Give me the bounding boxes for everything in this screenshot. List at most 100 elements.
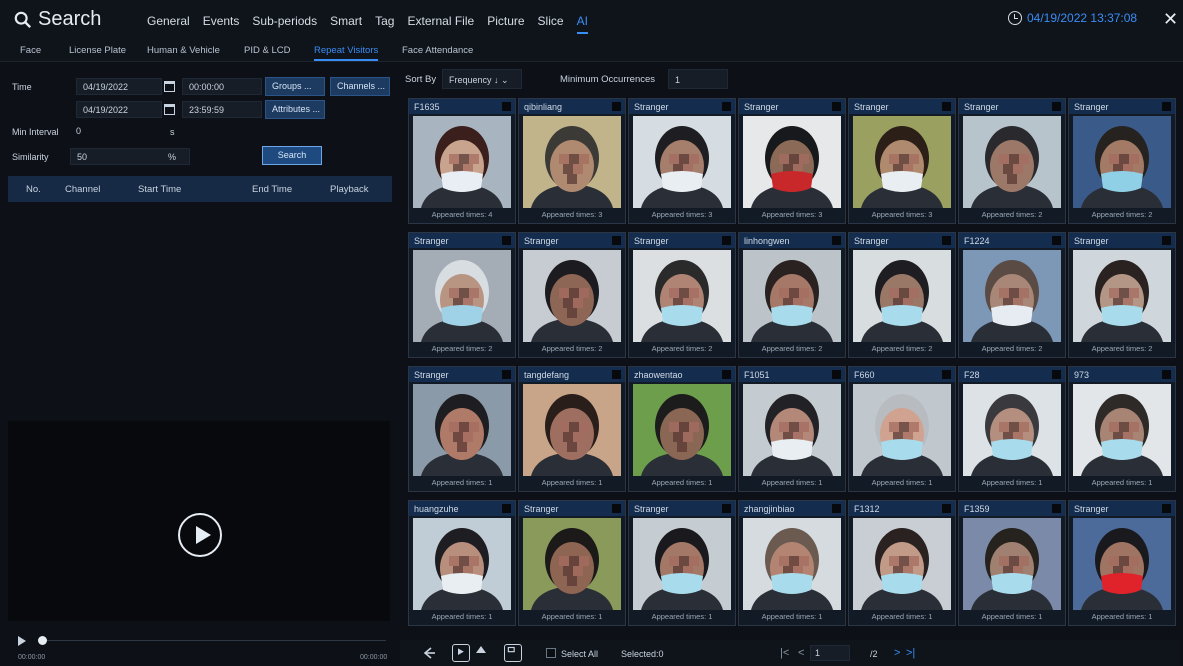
face-card[interactable]: zhaowentao Appeared times: 1 — [628, 366, 736, 492]
face-card-checkbox[interactable] — [1162, 236, 1171, 245]
save-icon[interactable] — [504, 644, 522, 662]
face-card[interactable]: huangzuhe Appeared times: 1 — [408, 500, 516, 626]
face-card-checkbox[interactable] — [722, 102, 731, 111]
face-card-checkbox[interactable] — [1052, 236, 1061, 245]
face-card-checkbox[interactable] — [832, 504, 841, 513]
subtab-face-attendance[interactable]: Face Attendance — [402, 45, 473, 56]
close-icon[interactable]: ✕ — [1163, 9, 1178, 30]
face-card[interactable]: Stranger Appeared times: 2 — [518, 232, 626, 358]
face-card-checkbox[interactable] — [612, 102, 621, 111]
face-card-checkbox[interactable] — [832, 370, 841, 379]
face-card[interactable]: Stranger Appeared times: 2 — [1068, 232, 1176, 358]
face-card-checkbox[interactable] — [502, 102, 511, 111]
face-card[interactable]: 973 Appeared times: 1 — [1068, 366, 1176, 492]
back-icon[interactable] — [420, 644, 438, 662]
tab-sub-periods[interactable]: Sub-periods — [252, 14, 317, 34]
tab-ai[interactable]: AI — [576, 14, 588, 34]
face-card-checkbox[interactable] — [1162, 504, 1171, 513]
face-card[interactable]: F1635 Appeared times: 4 — [408, 98, 516, 224]
playback-icon[interactable] — [452, 644, 470, 662]
channels-button[interactable]: Channels ... — [330, 77, 390, 96]
tab-events[interactable]: Events — [203, 14, 240, 34]
face-card-checkbox[interactable] — [1162, 102, 1171, 111]
groups-button[interactable]: Groups ... — [265, 77, 325, 96]
first-page-button[interactable]: |< — [780, 647, 789, 659]
face-card-checkbox[interactable] — [502, 504, 511, 513]
prev-page-button[interactable]: < — [798, 647, 804, 659]
subtab-repeat-visitors[interactable]: Repeat Visitors — [314, 45, 379, 61]
page-input[interactable]: 1 — [810, 645, 850, 661]
face-card-checkbox[interactable] — [942, 504, 951, 513]
face-card[interactable]: Stranger Appeared times: 2 — [848, 232, 956, 358]
face-card[interactable]: Stranger Appeared times: 2 — [408, 232, 516, 358]
play-small-icon[interactable] — [18, 636, 26, 646]
face-card-checkbox[interactable] — [722, 504, 731, 513]
seek-track[interactable] — [42, 640, 386, 641]
face-card[interactable]: zhangjinbiao Appeared times: 1 — [738, 500, 846, 626]
next-page-button[interactable]: > — [894, 647, 900, 659]
face-card[interactable]: qibinliang Appeared times: 3 — [518, 98, 626, 224]
tab-slice[interactable]: Slice — [538, 14, 564, 34]
tab-tag[interactable]: Tag — [375, 14, 394, 34]
face-card[interactable]: F1359 Appeared times: 1 — [958, 500, 1066, 626]
face-card[interactable]: F1224 Appeared times: 2 — [958, 232, 1066, 358]
face-card-checkbox[interactable] — [1052, 504, 1061, 513]
arrow-up-icon[interactable] — [476, 646, 486, 653]
face-card[interactable]: Stranger Appeared times: 1 — [408, 366, 516, 492]
face-card[interactable]: Stranger Appeared times: 2 — [1068, 98, 1176, 224]
calendar-icon[interactable] — [164, 104, 175, 115]
play-icon[interactable] — [178, 513, 222, 557]
start-time-field[interactable]: 00:00:00 — [182, 78, 262, 95]
face-card[interactable]: Stranger Appeared times: 3 — [848, 98, 956, 224]
tab-external-file[interactable]: External File — [407, 14, 474, 34]
face-card[interactable]: Stranger Appeared times: 3 — [738, 98, 846, 224]
seek-bar[interactable]: 00:00:00 00:00:00 — [8, 632, 390, 666]
face-card-checkbox[interactable] — [1052, 102, 1061, 111]
end-time-field[interactable]: 23:59:59 — [182, 101, 262, 118]
face-card-checkbox[interactable] — [722, 236, 731, 245]
sort-select[interactable]: Frequency ↓ ⌄ — [442, 69, 522, 89]
tab-picture[interactable]: Picture — [487, 14, 524, 34]
face-card-checkbox[interactable] — [502, 370, 511, 379]
calendar-icon[interactable] — [164, 81, 175, 92]
face-card[interactable]: F1312 Appeared times: 1 — [848, 500, 956, 626]
face-card-checkbox[interactable] — [502, 236, 511, 245]
face-card[interactable]: linhongwen Appeared times: 2 — [738, 232, 846, 358]
appeared-times-label: Appeared times: 1 — [871, 612, 933, 621]
attributes-button[interactable]: Attributes ... — [265, 100, 325, 119]
face-card[interactable]: Stranger Appeared times: 1 — [1068, 500, 1176, 626]
end-date-field[interactable]: 04/19/2022 — [76, 101, 162, 118]
select-all-checkbox[interactable] — [546, 648, 556, 658]
face-card-checkbox[interactable] — [942, 102, 951, 111]
face-card[interactable]: F1051 Appeared times: 1 — [738, 366, 846, 492]
face-card[interactable]: Stranger Appeared times: 3 — [628, 98, 736, 224]
face-card-checkbox[interactable] — [1052, 370, 1061, 379]
subtab-face[interactable]: Face — [20, 45, 41, 56]
face-card[interactable]: tangdefang Appeared times: 1 — [518, 366, 626, 492]
start-date-field[interactable]: 04/19/2022 — [76, 78, 162, 95]
face-card-checkbox[interactable] — [832, 236, 841, 245]
last-page-button[interactable]: >| — [906, 647, 915, 659]
face-card-checkbox[interactable] — [942, 370, 951, 379]
tab-smart[interactable]: Smart — [330, 14, 362, 34]
subtab-license-plate[interactable]: License Plate — [69, 45, 126, 56]
subtab-human-vehicle[interactable]: Human & Vehicle — [147, 45, 220, 56]
search-button[interactable]: Search — [262, 146, 322, 165]
seek-handle[interactable] — [38, 636, 47, 645]
tab-general[interactable]: General — [147, 14, 190, 34]
face-card-checkbox[interactable] — [1162, 370, 1171, 379]
min-occurrences-field[interactable]: 1 — [668, 69, 728, 89]
face-card-checkbox[interactable] — [612, 370, 621, 379]
face-card[interactable]: F28 Appeared times: 1 — [958, 366, 1066, 492]
subtab-pid-lcd[interactable]: PID & LCD — [244, 45, 290, 56]
face-card-checkbox[interactable] — [612, 236, 621, 245]
face-card-checkbox[interactable] — [612, 504, 621, 513]
face-card[interactable]: Stranger Appeared times: 1 — [628, 500, 736, 626]
face-card[interactable]: Stranger Appeared times: 2 — [628, 232, 736, 358]
face-card-checkbox[interactable] — [942, 236, 951, 245]
face-card[interactable]: F660 Appeared times: 1 — [848, 366, 956, 492]
face-card-checkbox[interactable] — [722, 370, 731, 379]
face-card-checkbox[interactable] — [832, 102, 841, 111]
face-card[interactable]: Stranger Appeared times: 1 — [518, 500, 626, 626]
face-card[interactable]: Stranger Appeared times: 2 — [958, 98, 1066, 224]
